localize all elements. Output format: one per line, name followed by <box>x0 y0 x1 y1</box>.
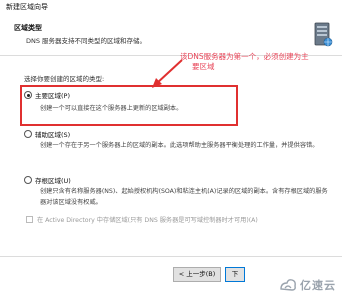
dns-server-icon <box>314 22 333 47</box>
secondary-zone-radio[interactable]: 辅助区域(S) <box>24 129 70 139</box>
wizard-header: 区域类型 DNS 服务器支持不同类型的区域和存储。 <box>0 14 342 56</box>
annotation-note: 该DNS服务器为第一个，必须创建为主 要区域 <box>180 52 340 72</box>
window-title: 新建区域向导 <box>0 0 342 14</box>
zone-type-prompt: 选择你要创建的区域的类型: <box>24 75 105 83</box>
radio-indicator[interactable] <box>24 130 32 138</box>
store-in-ad-label: 在 Active Directory 中存储区域(只有 DNS 服务器是可写域控… <box>37 217 258 224</box>
header-description: DNS 服务器支持不同类型的区域和存储。 <box>26 37 147 45</box>
checkbox-indicator[interactable] <box>26 216 33 223</box>
back-button[interactable]: < 上一步(B) <box>173 267 221 282</box>
header-title: 区域类型 <box>14 24 42 32</box>
secondary-zone-label: 辅助区域(S) <box>35 131 71 139</box>
stub-zone-label: 存根区域(U) <box>35 177 71 185</box>
secondary-zone-description: 创建一个存在于另一个服务器上的区域的副本。此选项帮助主服务器平衡处理的工作量，并… <box>40 142 319 149</box>
highlight-box <box>20 85 238 126</box>
yisu-logo-icon <box>280 279 296 291</box>
watermark-text: 亿速云 <box>300 279 336 292</box>
annotation-line-2: 要区域 <box>192 62 215 71</box>
radio-indicator[interactable] <box>24 176 32 184</box>
watermark: 亿速云 <box>279 276 336 294</box>
store-in-ad-checkbox[interactable]: 在 Active Directory 中存储区域(只有 DNS 服务器是可写域控… <box>26 215 258 224</box>
stub-zone-radio[interactable]: 存根区域(U) <box>24 175 71 185</box>
next-button[interactable]: 下 <box>225 267 245 282</box>
stub-zone-description: 创建只含有名称服务器(NS)、起始授权机构(SOA)和粘连主机(A)记录的区域的… <box>40 188 328 206</box>
annotation-line-1: 该DNS服务器为第一个，必须创建为主 <box>180 52 309 61</box>
